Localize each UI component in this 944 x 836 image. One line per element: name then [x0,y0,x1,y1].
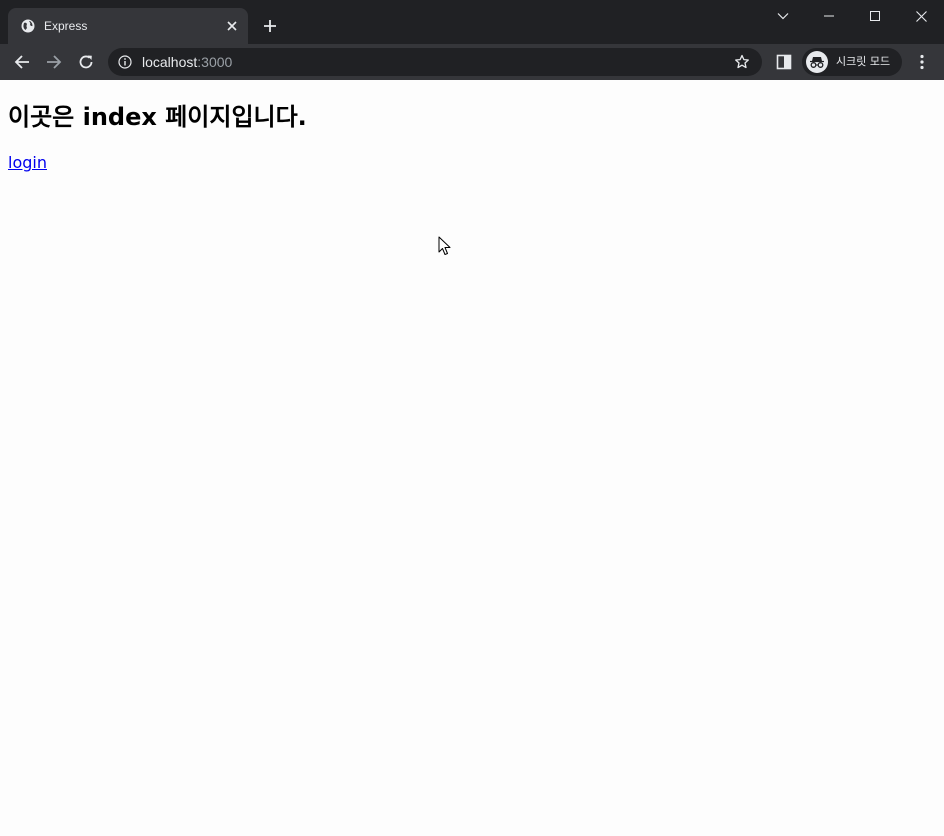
incognito-icon [810,57,824,68]
mouse-cursor-icon [438,236,451,255]
address-bar[interactable]: localhost:3000 [108,48,762,76]
forward-arrow-icon [47,55,62,69]
maximize-button[interactable] [852,0,898,32]
toolbar: localhost:3000 시크릿 모드 [0,44,944,80]
new-tab-button[interactable] [260,16,280,36]
incognito-profile-button[interactable]: 시크릿 모드 [802,48,902,76]
globe-icon [21,19,35,33]
info-icon[interactable] [118,55,132,69]
tab-close-button[interactable] [224,18,240,34]
star-icon[interactable] [734,54,750,70]
tab-strip: Express [0,0,944,44]
reload-icon [79,55,93,69]
close-icon [915,10,927,22]
kebab-menu-icon [920,54,924,70]
incognito-label: 시크릿 모드 [836,55,891,68]
page-heading: 이곳은 index 페이지입니다. [8,103,307,131]
chevron-down-icon [777,13,789,20]
minimize-icon [824,15,834,17]
tab-search-button[interactable] [760,0,806,32]
close-window-button[interactable] [898,0,944,32]
page-content: 이곳은 index 페이지입니다. login [0,80,944,836]
tab-express[interactable]: Express [8,8,248,44]
url-host: localhost [142,54,198,70]
url-port: :3000 [197,54,233,70]
plus-icon [264,20,276,32]
minimize-button[interactable] [806,0,852,32]
url-text[interactable]: localhost:3000 [142,54,232,70]
maximize-icon [870,11,880,21]
forward-button[interactable] [42,50,66,74]
side-panel-icon[interactable] [776,54,792,70]
browser-chrome: Express localhost:3000 시크릿 모드 [0,0,944,80]
incognito-avatar [806,51,828,73]
tab-title: Express [44,19,88,33]
browser-menu-button[interactable] [914,52,930,72]
back-arrow-icon [14,55,29,69]
back-button[interactable] [10,50,34,74]
login-link[interactable]: login [8,153,47,173]
close-icon [227,21,237,31]
reload-button[interactable] [74,50,98,74]
